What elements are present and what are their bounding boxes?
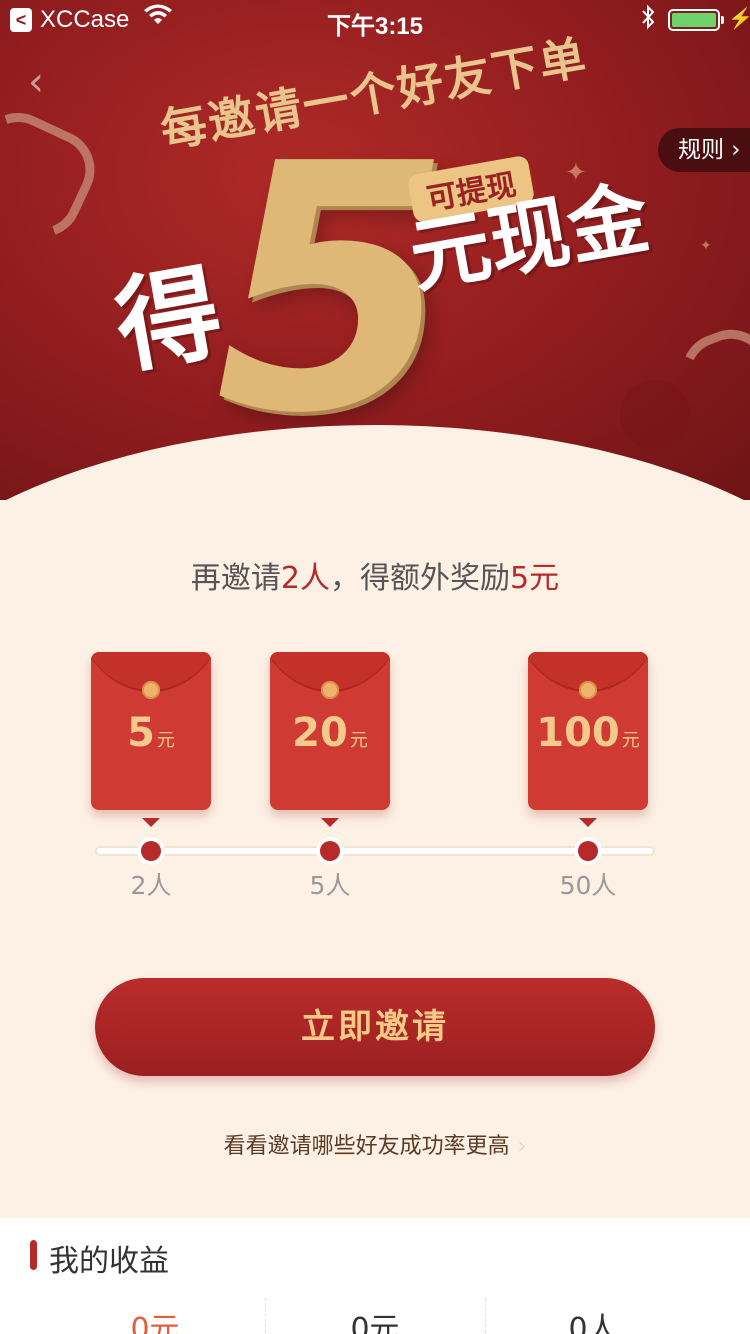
invite-now-button[interactable]: 立即邀请 <box>95 978 655 1076</box>
tier-people-label: 5人 <box>309 871 351 900</box>
tip-prefix: 再邀请 <box>190 561 281 596</box>
envelope-amount-value: 5 <box>127 710 155 756</box>
sparkle-icon: ✦ <box>700 238 712 254</box>
envelope-amount-unit: 元 <box>156 730 175 751</box>
red-envelope-tier-2: 20 元 <box>270 652 390 810</box>
charging-icon: ⚡ <box>728 8 750 30</box>
invite-success-tips-link[interactable]: 看看邀请哪些好友成功率更高 › <box>0 1128 750 1160</box>
headline-prefix: 得 <box>106 250 231 389</box>
tier-people-label: 2人 <box>130 871 172 900</box>
tip-count: 2人 <box>280 561 330 596</box>
tier-people-label: 50人 <box>559 871 617 900</box>
envelope-amount: 100 元 <box>528 710 648 756</box>
earnings-value: 0人 <box>568 1312 618 1334</box>
envelope-knob-icon <box>579 681 597 699</box>
envelope-knob-icon <box>321 681 339 699</box>
tip-reward: 5元 <box>510 561 560 596</box>
tier-pointer-icon <box>142 818 160 827</box>
envelope-amount-unit: 元 <box>349 730 368 751</box>
success-link-label: 看看邀请哪些好友成功率更高 <box>223 1134 510 1159</box>
ribbon-decoration-left <box>0 99 108 251</box>
envelope-amount-value: 20 <box>292 710 348 756</box>
red-envelope-tier-3: 100 元 <box>528 652 648 810</box>
chevron-right-icon: › <box>517 1134 527 1159</box>
envelope-amount-value: 100 <box>536 710 620 756</box>
my-earnings-section: 我的收益 0元 0元 0人 <box>0 1218 750 1334</box>
battery-icon <box>668 9 724 31</box>
envelope-amount-unit: 元 <box>621 730 640 751</box>
bokeh-decoration <box>620 380 690 450</box>
progress-node <box>141 841 161 861</box>
red-envelope-tier-1: 5元 <box>91 652 211 810</box>
envelope-amount: 5元 <box>91 710 211 756</box>
envelope-amount: 20 元 <box>270 710 390 756</box>
earnings-value: 0元 <box>350 1312 400 1334</box>
progress-track <box>95 846 655 856</box>
section-accent-bar <box>30 1240 37 1270</box>
extra-reward-tip: 再邀请2人，得额外奖励5元 <box>0 553 750 597</box>
earnings-value: 0元 <box>130 1312 180 1334</box>
tip-middle: ，得额外奖励 <box>330 561 510 596</box>
progress-node <box>578 841 598 861</box>
status-bar: < XCCase 下午3:15 ⚡ <box>0 0 750 40</box>
status-time: 下午3:15 <box>326 13 424 40</box>
tier-pointer-icon <box>321 818 339 827</box>
progress-node <box>320 841 340 861</box>
rules-button[interactable]: 规则 › <box>658 128 750 172</box>
section-title: 我的收益 <box>49 1244 169 1279</box>
battery-level <box>672 13 716 27</box>
tier-pointer-icon <box>579 818 597 827</box>
bluetooth-icon <box>640 4 656 36</box>
back-chevron-icon[interactable]: ‹ <box>28 62 60 106</box>
hero-banner: ✦ ✦ 每邀请一个好友下单 5 得 可提现 元现金 <box>0 0 750 500</box>
envelope-knob-icon <box>142 681 160 699</box>
